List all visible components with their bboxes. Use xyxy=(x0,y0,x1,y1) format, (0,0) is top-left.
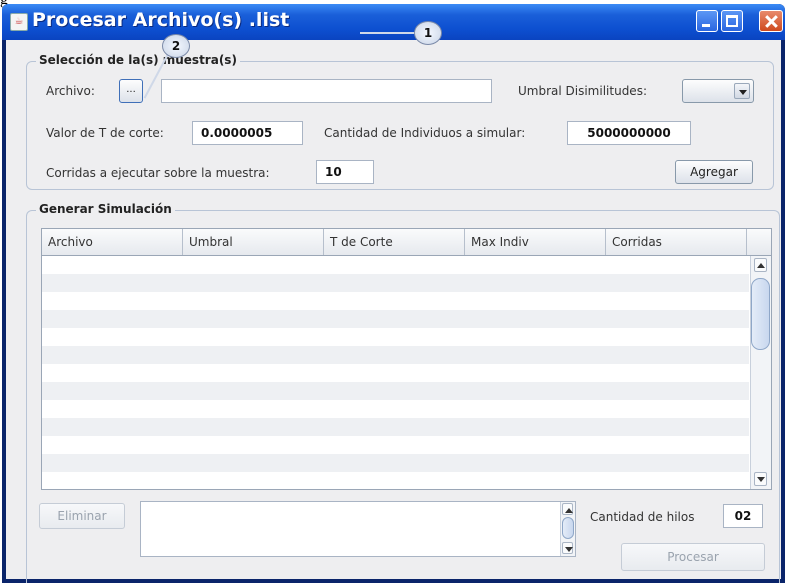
table-row xyxy=(42,382,749,400)
corridas-label: Corridas a ejecutar sobre la muestra: xyxy=(46,166,270,180)
scroll-thumb[interactable] xyxy=(562,517,574,539)
table-row xyxy=(42,400,749,418)
chevron-down-icon[interactable] xyxy=(734,83,750,99)
scroll-up-arrow-icon[interactable] xyxy=(754,258,767,272)
table-row xyxy=(42,328,749,346)
column-header-umbral[interactable]: Umbral xyxy=(183,229,324,255)
log-textarea[interactable] xyxy=(140,501,576,557)
individuos-input[interactable]: 5000000000 xyxy=(567,121,691,145)
column-header-max-indiv[interactable]: Max Indiv xyxy=(465,229,606,255)
table-row xyxy=(42,418,749,436)
java-cup-icon: ☕ xyxy=(10,13,28,31)
remove-button[interactable]: Eliminar xyxy=(39,503,125,529)
process-button[interactable]: Procesar xyxy=(621,543,765,571)
threads-label: Cantidad de hilos xyxy=(590,510,695,524)
title-bar[interactable]: ☕ Procesar Archivo(s) .list xyxy=(2,4,785,40)
sample-selection-legend: Selección de la(s) muestra(s) xyxy=(36,53,240,67)
table-body xyxy=(42,256,749,489)
maximize-button[interactable] xyxy=(721,10,743,32)
add-button[interactable]: Agregar xyxy=(675,160,753,184)
minimize-button[interactable] xyxy=(696,10,718,32)
log-scrollbar[interactable] xyxy=(560,502,575,556)
table-row xyxy=(42,346,749,364)
client-area: Selección de la(s) muestra(s) Archivo: .… xyxy=(6,40,781,583)
browse-file-button[interactable]: ... xyxy=(119,79,143,103)
individuos-label: Cantidad de Individuos a simular: xyxy=(324,126,526,140)
archivo-input[interactable] xyxy=(161,79,492,103)
app-window: ☕ Procesar Archivo(s) .list Selección de… xyxy=(2,4,785,583)
table-row xyxy=(42,274,749,292)
table-row xyxy=(42,436,749,454)
simulation-table[interactable]: Archivo Umbral T de Corte Max Indiv Corr… xyxy=(41,228,772,490)
table-scrollbar[interactable] xyxy=(750,256,771,489)
callout-2-marker: 2 xyxy=(162,34,190,58)
umbral-label: Umbral Disimilitudes: xyxy=(518,84,647,98)
window-title: Procesar Archivo(s) .list xyxy=(32,9,290,31)
scroll-down-arrow-icon[interactable] xyxy=(754,472,767,486)
archivo-label: Archivo: xyxy=(46,84,95,98)
column-header-t-corte[interactable]: T de Corte xyxy=(324,229,465,255)
column-header-archivo[interactable]: Archivo xyxy=(42,229,183,255)
scroll-up-arrow-icon[interactable] xyxy=(562,503,573,515)
column-header-corridas[interactable]: Corridas xyxy=(606,229,747,255)
threads-input[interactable]: 02 xyxy=(723,504,763,528)
table-row xyxy=(42,292,749,310)
table-row xyxy=(42,364,749,382)
callout-1-marker: 1 xyxy=(414,21,442,45)
table-row xyxy=(42,310,749,328)
t-corte-input[interactable]: 0.0000005 xyxy=(192,121,303,145)
t-corte-label: Valor de T de corte: xyxy=(46,126,164,140)
callout-1-pointer xyxy=(360,32,416,34)
close-button[interactable] xyxy=(759,10,783,32)
simulation-legend: Generar Simulación xyxy=(36,202,175,216)
table-row xyxy=(42,472,749,489)
scroll-down-arrow-icon[interactable] xyxy=(562,542,573,554)
table-row xyxy=(42,454,749,472)
table-header: Archivo Umbral T de Corte Max Indiv Corr… xyxy=(42,229,771,256)
corridas-input[interactable]: 10 xyxy=(316,160,374,184)
table-row xyxy=(42,256,749,274)
umbral-select[interactable] xyxy=(682,79,754,103)
scroll-thumb[interactable] xyxy=(751,278,770,350)
